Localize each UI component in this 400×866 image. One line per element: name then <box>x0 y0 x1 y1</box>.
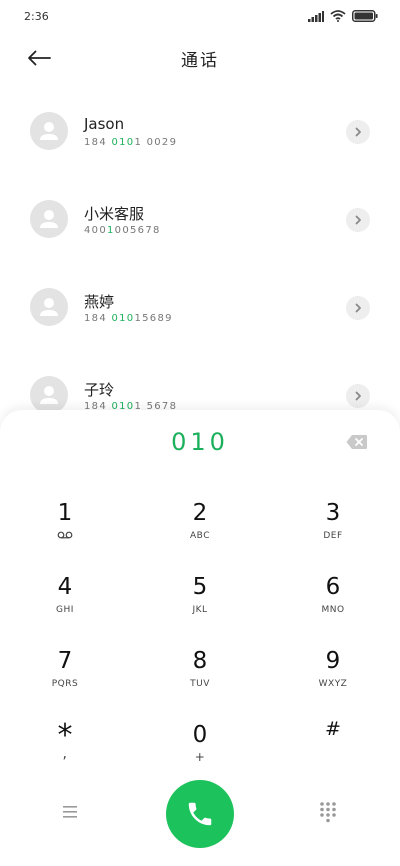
dialpad-panel: 010 1 2 ABC 3 DEF 4 GHI 5 JKL 6 MNO 7 PQ… <box>0 410 400 866</box>
signal-icon <box>308 10 324 22</box>
contact-row[interactable]: Jason 184 0101 0029 <box>0 86 400 174</box>
contact-number: 4001005678 <box>84 225 161 236</box>
keypad-icon <box>320 802 336 823</box>
status-bar: 2:36 <box>0 0 400 34</box>
status-icons <box>308 10 378 22</box>
chevron-right-icon <box>355 215 361 225</box>
key-1[interactable]: 1 <box>10 498 120 564</box>
contact-number: 184 01015689 <box>84 313 173 324</box>
key-7[interactable]: 7 PQRS <box>10 646 120 712</box>
key-8[interactable]: 8 TUV <box>145 646 255 712</box>
dialer-bottom-bar <box>0 778 400 848</box>
wifi-icon <box>330 10 346 22</box>
contact-detail-button[interactable] <box>346 208 370 232</box>
contact-name: 燕婷 <box>84 293 115 311</box>
contact-number: 184 0101 0029 <box>84 137 178 148</box>
person-icon <box>40 210 58 228</box>
key-6[interactable]: 6 MNO <box>278 572 388 638</box>
key-star[interactable]: * , <box>10 720 120 786</box>
contact-name: Jason <box>84 115 125 133</box>
key-5[interactable]: 5 JKL <box>145 572 255 638</box>
header: 通话 <box>0 34 400 82</box>
keypad-toggle-button[interactable] <box>318 800 338 824</box>
status-time: 2:36 <box>24 10 49 23</box>
contact-list: Jason 184 0101 0029 小米客服 4001005678 燕婷 1… <box>0 86 400 438</box>
backspace-button[interactable] <box>346 434 368 450</box>
person-icon <box>40 298 58 316</box>
person-icon <box>40 386 58 404</box>
menu-icon <box>63 806 77 818</box>
contact-name: 小米客服 <box>84 205 145 223</box>
key-hash[interactable]: # <box>278 714 388 780</box>
phone-icon <box>188 802 212 826</box>
avatar <box>30 376 68 414</box>
contact-detail-button[interactable] <box>346 296 370 320</box>
chevron-right-icon <box>355 391 361 401</box>
battery-icon <box>352 10 378 22</box>
contact-row[interactable]: 小米客服 4001005678 <box>0 174 400 262</box>
chevron-right-icon <box>355 303 361 313</box>
contact-detail-button[interactable] <box>346 384 370 408</box>
menu-button[interactable] <box>58 802 82 822</box>
contact-name: 子玲 <box>84 381 115 399</box>
key-3[interactable]: 3 DEF <box>278 498 388 564</box>
avatar <box>30 112 68 150</box>
call-button[interactable] <box>166 780 234 848</box>
avatar <box>30 288 68 326</box>
person-icon <box>40 122 58 140</box>
page-title: 通话 <box>181 51 219 71</box>
dial-input-display: 010 <box>171 428 229 456</box>
backspace-icon <box>346 435 367 449</box>
chevron-right-icon <box>355 127 361 137</box>
contact-row[interactable]: 燕婷 184 01015689 <box>0 262 400 350</box>
key-4[interactable]: 4 GHI <box>10 572 120 638</box>
key-0[interactable]: 0 + <box>145 720 255 786</box>
contact-detail-button[interactable] <box>346 120 370 144</box>
avatar <box>30 200 68 238</box>
key-9[interactable]: 9 WXYZ <box>278 646 388 712</box>
voicemail-icon <box>10 531 120 542</box>
key-2[interactable]: 2 ABC <box>145 498 255 564</box>
